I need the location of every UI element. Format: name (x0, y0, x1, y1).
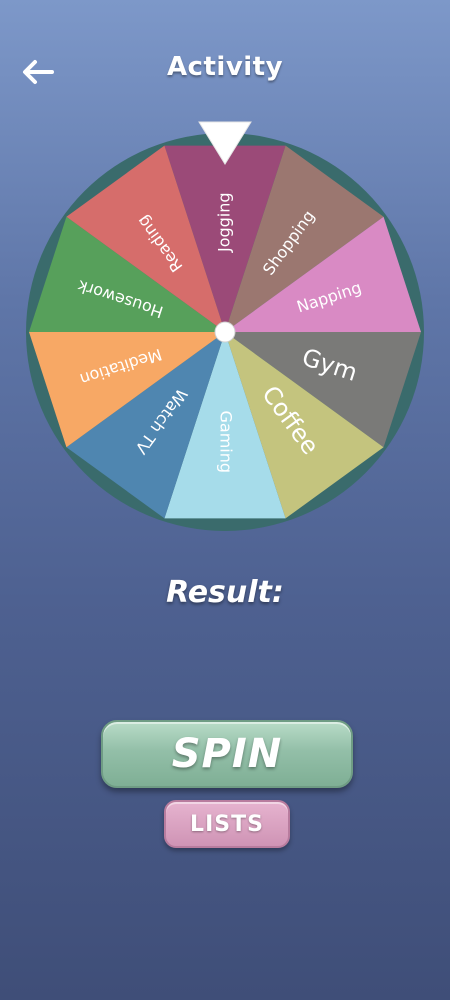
spin-button[interactable]: SPIN (101, 720, 353, 788)
lists-button[interactable]: LISTS (164, 800, 290, 848)
wheel-graphic: Jogging ShoppingNappingGymCoffeeGamingWat… (26, 121, 424, 531)
wheel-label-jogging: Jogging (215, 192, 234, 253)
spin-button-label: SPIN (171, 731, 283, 777)
page-title: Activity (166, 52, 284, 82)
spin-wheel[interactable]: Jogging Shopping Napping Gym Coffee Gaming Wat… (0, 110, 450, 550)
wheel-hub (214, 321, 236, 343)
result-label: Result: (166, 575, 284, 610)
lists-button-label: LISTS (190, 811, 264, 837)
wheel-label-gaming: Gaming (217, 410, 236, 473)
